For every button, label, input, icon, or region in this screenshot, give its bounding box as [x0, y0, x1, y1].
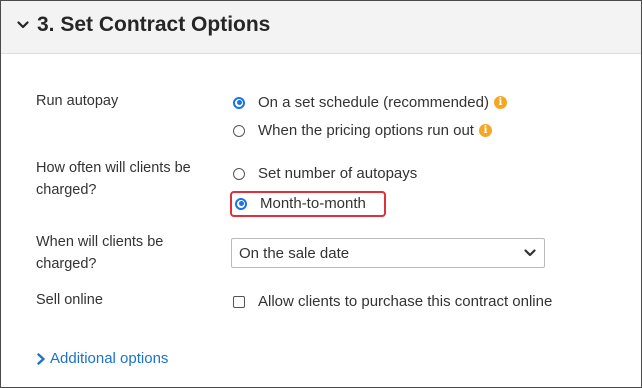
autopay-option-pricing[interactable]: When the pricing options run out i	[233, 122, 492, 139]
autopay-option-schedule[interactable]: On a set schedule (recommended) i	[233, 94, 507, 111]
option-label: On a set schedule (recommended)	[258, 94, 489, 111]
info-icon[interactable]: i	[493, 96, 507, 109]
radio-button-checked[interactable]	[235, 197, 247, 210]
section-header[interactable]: 3. Set Contract Options	[1, 1, 641, 54]
radio-button[interactable]	[233, 124, 245, 137]
sell-online-option[interactable]: Allow clients to purchase this contract …	[233, 293, 552, 310]
chevron-down-icon[interactable]	[17, 19, 29, 31]
option-label: Month-to-month	[260, 195, 366, 212]
additional-options-label: Additional options	[50, 350, 169, 367]
additional-options-link[interactable]: Additional options	[36, 350, 168, 367]
contract-options-panel: 3. Set Contract Options Run autopay On a…	[0, 0, 642, 388]
section-title: 3. Set Contract Options	[37, 13, 271, 36]
chevron-right-icon	[37, 352, 45, 365]
charge-frequency-label: How often will clients be charged?	[36, 160, 191, 198]
info-icon[interactable]: i	[478, 124, 492, 137]
select-value: On the sale date	[239, 244, 350, 262]
checkbox[interactable]	[233, 295, 245, 308]
sell-online-label: Sell online	[36, 292, 103, 308]
option-label: Set number of autopays	[258, 165, 418, 182]
radio-button-checked[interactable]	[233, 96, 245, 109]
frequency-option-month-to-month[interactable]: Month-to-month	[235, 195, 366, 212]
charge-date-label: When will clients be charged?	[36, 234, 164, 272]
option-label: When the pricing options run out	[258, 122, 474, 139]
run-autopay-label: Run autopay	[36, 93, 119, 109]
chevron-down-icon	[524, 249, 536, 257]
frequency-option-set-number[interactable]: Set number of autopays	[233, 165, 417, 182]
checkbox-label: Allow clients to purchase this contract …	[258, 293, 553, 310]
charge-date-select[interactable]: On the sale date	[231, 238, 545, 268]
radio-button[interactable]	[233, 167, 245, 180]
